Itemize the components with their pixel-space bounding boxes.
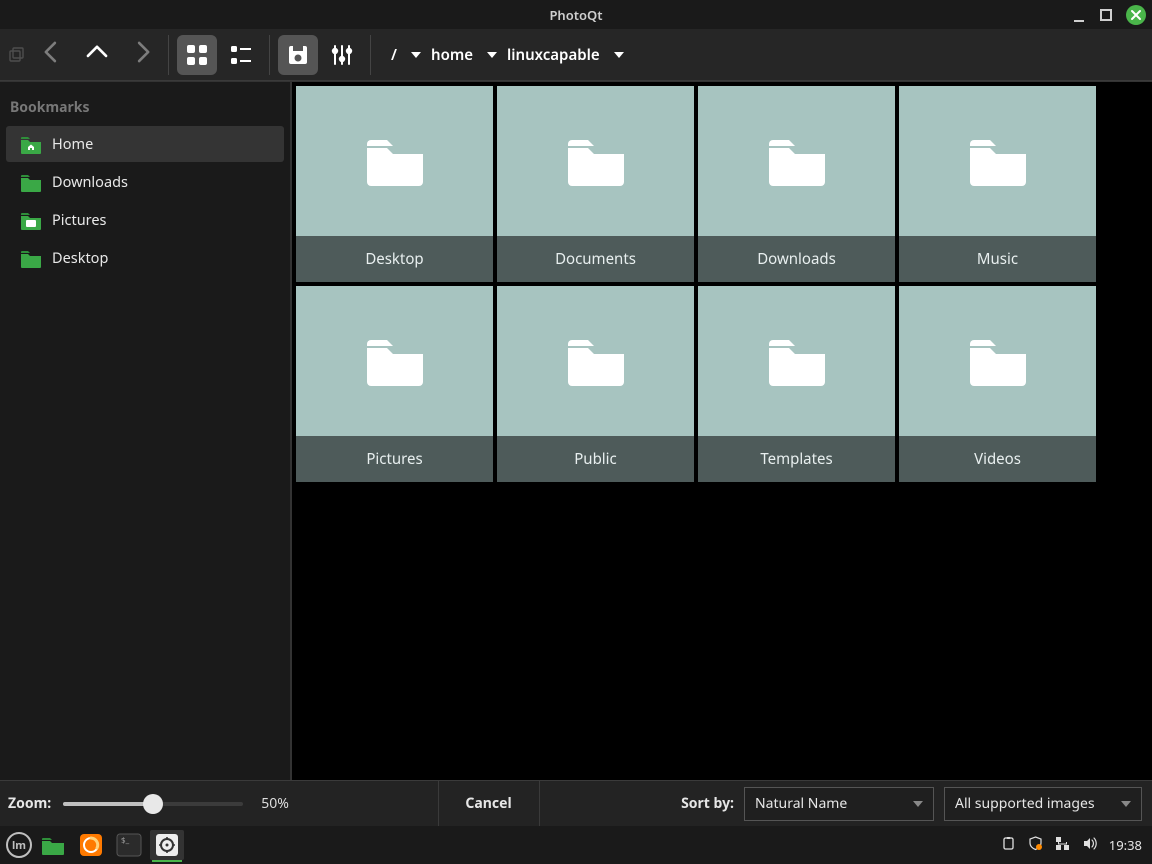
file-filter-select[interactable]: All supported images — [944, 787, 1142, 821]
slider-thumb[interactable] — [143, 794, 163, 814]
folder-icon — [899, 286, 1096, 436]
folder-tile[interactable]: Downloads — [698, 86, 895, 282]
view-list-button[interactable] — [221, 35, 261, 75]
toolbar-separator — [269, 35, 270, 75]
sidebar-item-label: Home — [52, 134, 93, 154]
minimize-icon[interactable] — [1072, 8, 1086, 22]
taskbar-photoqt-button[interactable] — [150, 830, 184, 860]
folder-tile[interactable]: Videos — [899, 286, 1096, 482]
cancel-button[interactable]: Cancel — [439, 794, 539, 813]
maximize-icon[interactable] — [1100, 9, 1112, 21]
chevron-down-icon[interactable] — [487, 52, 497, 58]
folder-icon — [20, 248, 42, 268]
folder-grid: Desktop Documents Downloads Music Pictur… — [292, 82, 1152, 780]
sidebar: Bookmarks Home Downloads Pictures — [0, 82, 292, 780]
folder-label: Pictures — [296, 436, 493, 482]
window-title: PhotoQt — [0, 6, 1152, 24]
taskbar: lm $_ 19:38 — [0, 826, 1152, 864]
folder-label: Templates — [698, 436, 895, 482]
folder-icon — [20, 172, 42, 192]
chevron-down-icon — [913, 801, 923, 807]
folder-label: Downloads — [698, 236, 895, 282]
footer-bar: Zoom: 50% Cancel Sort by: Natural Name A… — [0, 780, 1152, 826]
sidebar-item-label: Desktop — [52, 248, 108, 268]
folder-icon — [698, 286, 895, 436]
zoom-label: Zoom: — [8, 794, 51, 813]
folder-pictures-icon — [20, 210, 42, 230]
titlebar: PhotoQt — [0, 0, 1152, 29]
nav-back-button[interactable] — [38, 39, 64, 70]
zoom-slider[interactable] — [63, 794, 243, 814]
sidebar-item-desktop[interactable]: Desktop — [6, 240, 284, 276]
start-menu-button[interactable]: lm — [6, 832, 32, 858]
folder-icon — [899, 86, 1096, 236]
svg-text:lm: lm — [12, 838, 26, 852]
breadcrumb-label: linuxcapable — [507, 45, 600, 65]
breadcrumb-linuxcapable[interactable]: linuxcapable — [507, 45, 624, 65]
folder-icon — [497, 286, 694, 436]
sort-by-value: Natural Name — [755, 794, 847, 813]
file-filter-value: All supported images — [955, 794, 1095, 813]
folder-tile[interactable]: Public — [497, 286, 694, 482]
folder-icon — [698, 86, 895, 236]
sort-by-label: Sort by: — [681, 794, 734, 813]
toolbar-separator — [370, 35, 371, 75]
toolbar-separator — [168, 35, 169, 75]
folder-home-icon — [20, 134, 42, 154]
folder-tile[interactable]: Templates — [698, 286, 895, 482]
folder-label: Desktop — [296, 236, 493, 282]
chevron-down-icon[interactable] — [411, 52, 421, 58]
tray-volume-icon[interactable] — [1082, 834, 1097, 856]
toolbar: / home linuxcapable — [0, 29, 1152, 81]
close-icon[interactable] — [1126, 5, 1146, 25]
storage-button[interactable] — [278, 35, 318, 75]
breadcrumb: / home linuxcapable — [379, 45, 624, 65]
nav-up-button[interactable] — [84, 39, 110, 70]
nav-forward-button[interactable] — [130, 39, 156, 70]
folder-tile[interactable]: Music — [899, 86, 1096, 282]
breadcrumb-home[interactable]: home — [431, 45, 497, 65]
folder-icon — [497, 86, 694, 236]
zoom-value: 50% — [255, 794, 289, 813]
taskbar-clock[interactable]: 19:38 — [1109, 836, 1146, 854]
folder-label: Documents — [497, 236, 694, 282]
chevron-down-icon[interactable] — [614, 52, 624, 58]
tray-shield-icon[interactable] — [1028, 834, 1043, 856]
folder-tile[interactable]: Desktop — [296, 86, 493, 282]
sidebar-item-downloads[interactable]: Downloads — [6, 164, 284, 200]
tray-clipboard-icon[interactable] — [1001, 834, 1016, 856]
sidebar-heading: Bookmarks — [0, 88, 290, 125]
folder-icon — [296, 86, 493, 236]
folder-tile[interactable]: Pictures — [296, 286, 493, 482]
sidebar-item-label: Pictures — [52, 210, 107, 230]
footer-separator — [539, 781, 540, 827]
view-icons-button[interactable] — [177, 35, 217, 75]
breadcrumb-label: home — [431, 45, 473, 65]
folder-label: Videos — [899, 436, 1096, 482]
breadcrumb-root[interactable]: / — [391, 45, 421, 65]
taskbar-firefox-button[interactable] — [74, 830, 108, 860]
taskbar-files-button[interactable] — [36, 830, 70, 860]
svg-text:$_: $_ — [121, 835, 130, 846]
folder-icon — [296, 286, 493, 436]
sort-by-select[interactable]: Natural Name — [744, 787, 934, 821]
sidebar-item-label: Downloads — [52, 172, 128, 192]
folder-tile[interactable]: Documents — [497, 86, 694, 282]
copy-indicator-icon — [8, 46, 26, 64]
breadcrumb-label: / — [391, 45, 397, 65]
folder-label: Music — [899, 236, 1096, 282]
chevron-down-icon — [1121, 801, 1131, 807]
sidebar-item-pictures[interactable]: Pictures — [6, 202, 284, 238]
settings-sliders-button[interactable] — [322, 35, 362, 75]
taskbar-terminal-button[interactable]: $_ — [112, 830, 146, 860]
folder-label: Public — [497, 436, 694, 482]
sidebar-item-home[interactable]: Home — [6, 126, 284, 162]
tray-network-icon[interactable] — [1055, 834, 1070, 856]
